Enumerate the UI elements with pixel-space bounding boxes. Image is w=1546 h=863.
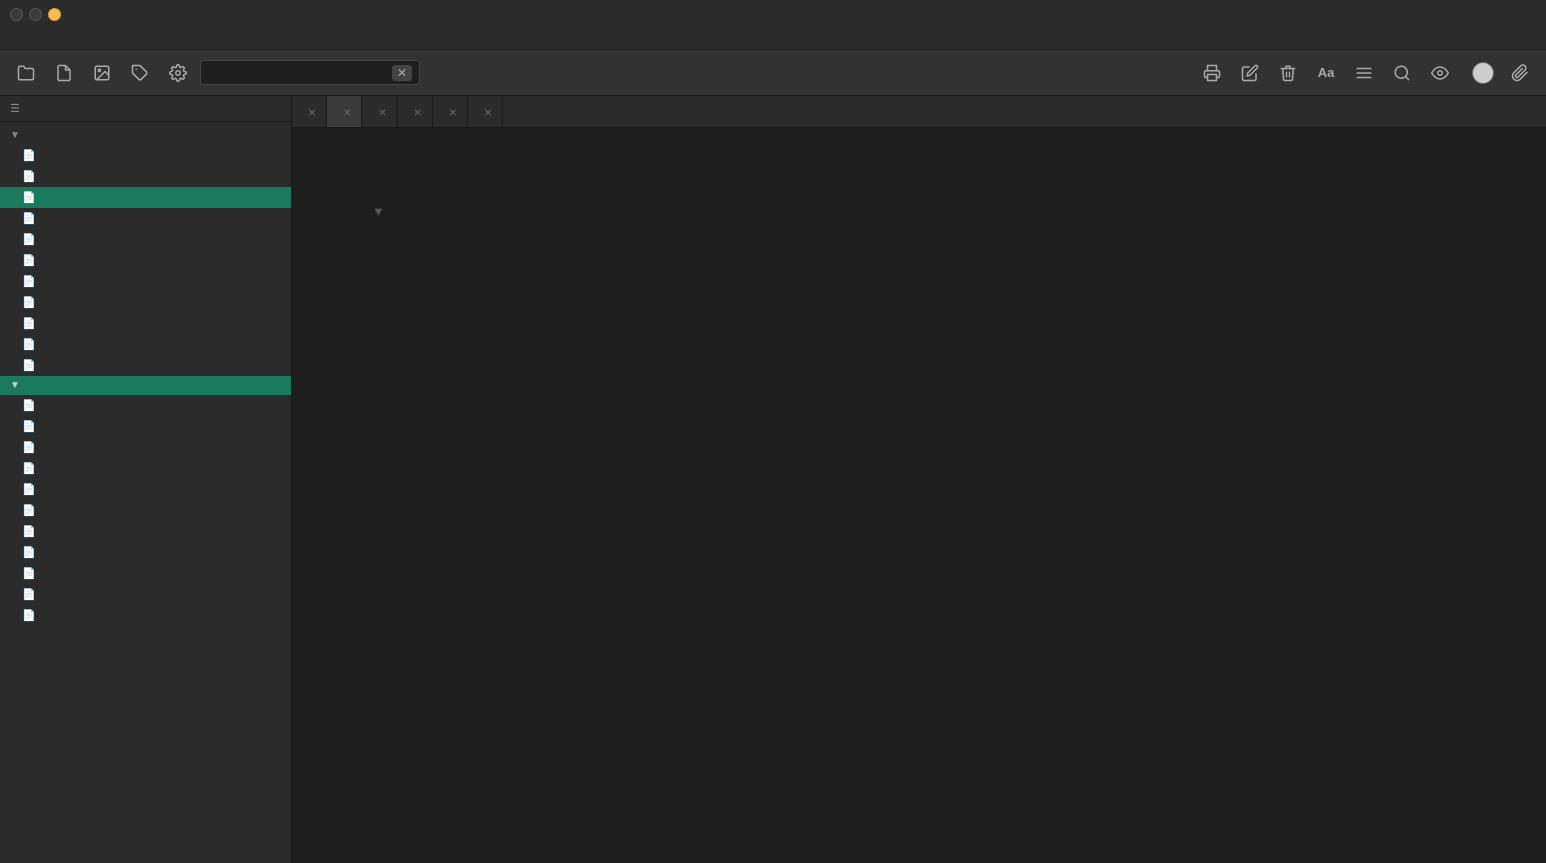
file-icon: 📄 (22, 254, 36, 267)
tab-54[interactable]: × (468, 96, 503, 128)
sidebar-section-show-notes[interactable]: ▼ (0, 376, 291, 395)
tab-close-tromjaro[interactable]: × (343, 105, 351, 119)
file-icon: 📄 (22, 296, 36, 309)
open-dir-button[interactable] (10, 57, 42, 89)
sidebar-item-cloud-md[interactable]: 📄 (0, 166, 291, 187)
file-icon: 📄 (22, 399, 36, 412)
file-icon: 📄 (22, 212, 36, 225)
file-icon: 📄 (22, 420, 36, 433)
settings-button[interactable] (162, 57, 194, 89)
sidebar-item-51[interactable]: 📄 (0, 458, 291, 479)
sidebar-item-books[interactable]: 📄 (0, 355, 291, 376)
file-icon: 📄 (22, 441, 36, 454)
sidebar-item-47[interactable]: 📄 (0, 542, 291, 563)
sidebar-item-52[interactable]: 📄 (0, 437, 291, 458)
format-button[interactable]: Aa (1310, 57, 1342, 89)
file-icon: 📄 (22, 546, 36, 559)
file-icon: 📄 (22, 317, 36, 330)
tab-close-cloud[interactable]: × (449, 105, 457, 119)
sidebar-item-tromjaro-md[interactable]: 📄 (0, 187, 291, 208)
file-icon: 📄 (22, 588, 36, 601)
traffic-lights (10, 8, 61, 21)
sidebar-item-companies[interactable]: 📄 (0, 334, 291, 355)
clean-section-heading: ▼ (372, 198, 1466, 219)
sidebar-item-50[interactable]: 📄 (0, 479, 291, 500)
tab-tromjaro[interactable]: × (327, 96, 362, 128)
sidebar-section-notes[interactable]: ▼ (0, 126, 291, 145)
search-input[interactable] (200, 60, 420, 85)
tab-close-bluetooth[interactable]: × (414, 105, 422, 119)
main-layout: ☰ ▼ 📄 📄 📄 📄 (0, 96, 1546, 863)
file-icon: 📄 (22, 525, 36, 538)
maximize-button[interactable] (48, 8, 61, 21)
print-button[interactable] (1196, 57, 1228, 89)
titlebar (0, 0, 1546, 28)
sidebar-item-notes-md[interactable]: 📄 (0, 145, 291, 166)
insert-image-button[interactable] (86, 57, 118, 89)
editor-content[interactable]: ▼ (292, 128, 1546, 863)
sidebar: ☰ ▼ 📄 📄 📄 📄 (0, 96, 292, 863)
tab-restart-bluetooth[interactable]: × (398, 96, 433, 128)
sidebar-item-dflip[interactable]: 📄 (0, 313, 291, 334)
align-button[interactable] (1348, 57, 1380, 89)
tab-pacman-unstuck[interactable]: × (292, 96, 327, 128)
sidebar-item-movies[interactable]: 📄 (0, 292, 291, 313)
file-icon: 📄 (22, 504, 36, 517)
delete-button[interactable] (1272, 57, 1304, 89)
editor-wrap: × × × × × × (292, 96, 1546, 863)
tab-close-54[interactable]: × (484, 105, 492, 119)
tab-cloud[interactable]: × (433, 96, 468, 128)
toolbar: ✕ Aa (0, 50, 1546, 96)
tabs-bar: × × × × × × (292, 96, 1546, 128)
file-icon: 📄 (22, 191, 36, 204)
new-file-button[interactable] (48, 57, 80, 89)
file-icon: 📄 (22, 233, 36, 246)
preview-button[interactable] (1424, 57, 1456, 89)
file-icon: 📄 (22, 567, 36, 580)
sidebar-item-48[interactable]: 📄 (0, 521, 291, 542)
search-toggle-button[interactable] (1386, 57, 1418, 89)
sidebar-item-53[interactable]: 📄 (0, 416, 291, 437)
color-swatch[interactable] (1472, 62, 1494, 84)
file-icon: 📄 (22, 462, 36, 475)
file-icon: 📄 (22, 359, 36, 372)
file-icon: 📄 (22, 483, 36, 496)
tab-close-pacman[interactable]: × (308, 105, 316, 119)
file-icon: 📄 (22, 275, 36, 288)
sidebar-item-restart-bluetooth[interactable]: 📄 (0, 250, 291, 271)
collapse-arrow-icon[interactable]: ▼ (372, 204, 385, 219)
file-icon: 📄 (22, 338, 36, 351)
file-icon: 📄 (22, 609, 36, 622)
sidebar-item-46[interactable]: 📄 (0, 563, 291, 584)
sidebar-header: ☰ (0, 96, 291, 122)
chevron-down-icon: ▼ (10, 380, 20, 391)
menubar (0, 28, 1546, 50)
search-clear-button[interactable]: ✕ (392, 65, 412, 81)
attachment-button[interactable] (1504, 57, 1536, 89)
minimize-button[interactable] (29, 8, 42, 21)
tags-button[interactable] (124, 57, 156, 89)
close-button[interactable] (10, 8, 23, 21)
file-icon: 📄 (22, 149, 36, 162)
chevron-down-icon: ▼ (10, 130, 20, 141)
file-icon: 📄 (22, 170, 36, 183)
sidebar-item-45[interactable]: 📄 (0, 584, 291, 605)
sidebar-item-44[interactable]: 📄 (0, 605, 291, 626)
sidebar-item-optimize-pdf[interactable]: 📄 (0, 208, 291, 229)
edit-button[interactable] (1234, 57, 1266, 89)
sidebar-item-money[interactable]: 📄 (0, 271, 291, 292)
search-container: ✕ (200, 60, 412, 85)
sidebar-item-49[interactable]: 📄 (0, 500, 291, 521)
tab-optimize-pdf[interactable]: × (362, 96, 397, 128)
sidebar-item-pacman-unstuck[interactable]: 📄 (0, 229, 291, 250)
sidebar-item-54[interactable]: 📄 (0, 395, 291, 416)
directories-icon: ☰ (10, 102, 20, 115)
sidebar-list: ▼ 📄 📄 📄 📄 📄 (0, 122, 291, 863)
tab-close-optimize[interactable]: × (378, 105, 386, 119)
